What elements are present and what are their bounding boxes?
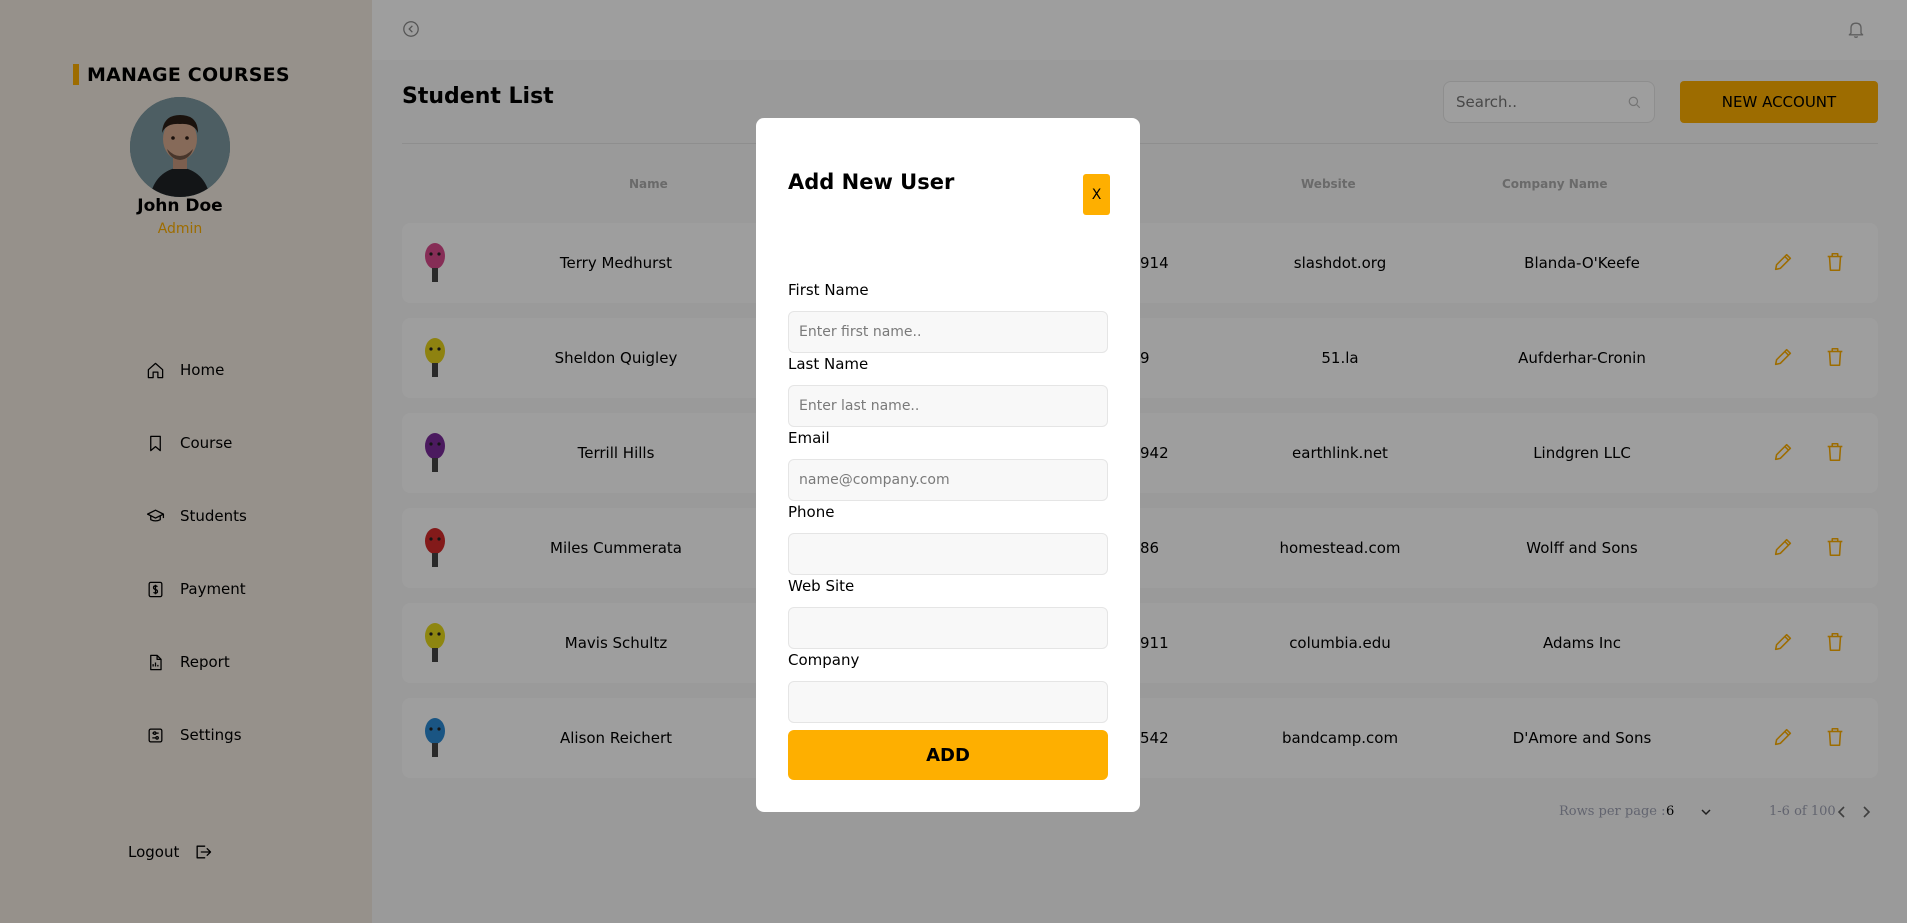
- website-field[interactable]: [788, 607, 1108, 649]
- first-name-label: First Name: [788, 281, 869, 299]
- phone-field[interactable]: [788, 533, 1108, 575]
- last-name-label: Last Name: [788, 355, 869, 373]
- add-user-form: First Name Last Name Email Phone Web Sit…: [756, 246, 1140, 812]
- modal-header: Add New User X: [756, 118, 1140, 246]
- phone-label: Phone: [788, 503, 835, 521]
- modal-title: Add New User: [788, 170, 955, 194]
- company-label: Company: [788, 651, 860, 669]
- email-field[interactable]: [788, 459, 1108, 501]
- company-field[interactable]: [788, 681, 1108, 723]
- first-name-field[interactable]: [788, 311, 1108, 353]
- add-button[interactable]: ADD: [788, 730, 1108, 780]
- close-button[interactable]: X: [1083, 174, 1110, 215]
- email-label: Email: [788, 429, 830, 447]
- last-name-field[interactable]: [788, 385, 1108, 427]
- website-label: Web Site: [788, 577, 855, 595]
